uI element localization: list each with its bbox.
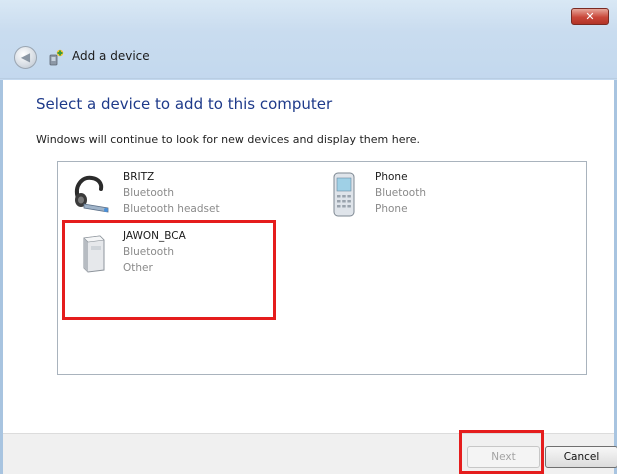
window-title: Add a device	[72, 49, 150, 63]
device-item-phone[interactable]: Phone Bluetooth Phone	[323, 162, 563, 220]
close-icon: ✕	[585, 10, 595, 23]
device-category: Phone	[375, 203, 408, 215]
close-button[interactable]: ✕	[571, 8, 609, 25]
headset-icon	[75, 175, 109, 213]
title-bar-divider	[0, 78, 617, 79]
device-type: Bluetooth	[375, 187, 426, 199]
add-device-icon	[49, 49, 64, 66]
phone-icon	[333, 172, 355, 217]
device-name: Phone	[375, 171, 408, 183]
cancel-button[interactable]: Cancel	[545, 446, 617, 468]
device-category: Bluetooth headset	[123, 203, 220, 215]
title-bar	[0, 0, 617, 80]
page-heading: Select a device to add to this computer	[36, 95, 333, 113]
instruction-text: Windows will continue to look for new de…	[36, 133, 421, 146]
highlight-box-next	[459, 430, 544, 474]
highlight-box-device	[62, 220, 276, 320]
back-arrow-icon: ◀	[20, 50, 31, 64]
back-button[interactable]: ◀	[14, 46, 37, 69]
device-type: Bluetooth	[123, 187, 174, 199]
device-name: BRITZ	[123, 171, 155, 183]
device-item-britz[interactable]: BRITZ Bluetooth Bluetooth headset	[58, 162, 298, 220]
